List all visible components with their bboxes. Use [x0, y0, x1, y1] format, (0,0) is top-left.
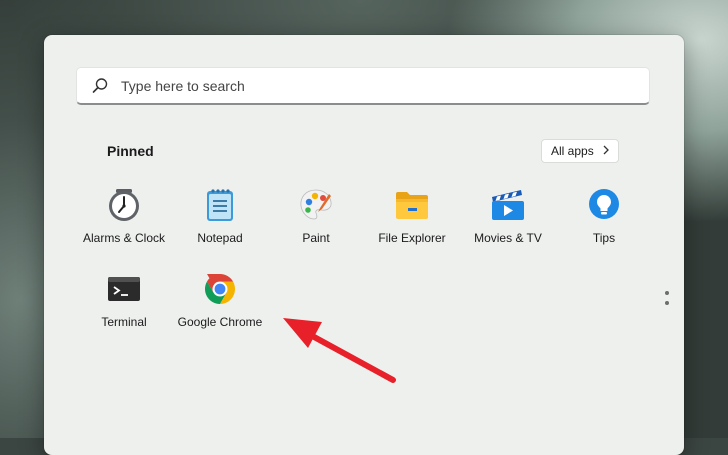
pinned-app-paint[interactable]: Paint — [268, 185, 364, 263]
app-label: Terminal — [101, 315, 147, 329]
pinned-section-title: Pinned — [107, 143, 154, 159]
notepad-icon — [202, 187, 238, 223]
pinned-app-notepad[interactable]: Notepad — [172, 185, 268, 263]
app-label: Tips — [592, 231, 616, 245]
start-menu: Pinned All apps Alarms & Clock — [44, 35, 684, 455]
alarm-clock-icon — [106, 187, 142, 223]
page-dot — [665, 291, 669, 295]
pinned-app-movies-tv[interactable]: Movies & TV — [460, 185, 556, 263]
lightbulb-icon — [586, 187, 622, 223]
page-indicator-dots[interactable] — [664, 291, 670, 305]
app-label: Alarms & Clock — [82, 231, 165, 245]
terminal-icon — [106, 271, 142, 307]
search-input[interactable] — [121, 77, 601, 94]
app-label: Paint — [302, 231, 330, 245]
folder-icon — [394, 187, 430, 223]
paint-palette-icon — [298, 187, 334, 223]
app-label: Google Chrome — [177, 315, 263, 329]
pinned-app-alarms-clock[interactable]: Alarms & Clock — [76, 185, 172, 263]
pinned-app-google-chrome[interactable]: Google Chrome — [172, 269, 268, 347]
app-label: Movies & TV — [474, 231, 542, 245]
page-dot — [665, 301, 669, 305]
all-apps-label: All apps — [551, 144, 594, 158]
pinned-app-tips[interactable]: Tips — [556, 185, 652, 263]
app-label: File Explorer — [378, 231, 446, 245]
pinned-app-terminal[interactable]: Terminal — [76, 269, 172, 347]
chrome-icon — [202, 271, 238, 307]
chevron-right-icon — [602, 144, 610, 158]
all-apps-button[interactable]: All apps — [541, 139, 619, 163]
app-label: Notepad — [197, 231, 243, 245]
movies-tv-icon — [490, 187, 526, 223]
pinned-app-file-explorer[interactable]: File Explorer — [364, 185, 460, 263]
search-box[interactable] — [76, 67, 650, 105]
search-icon — [91, 75, 113, 97]
